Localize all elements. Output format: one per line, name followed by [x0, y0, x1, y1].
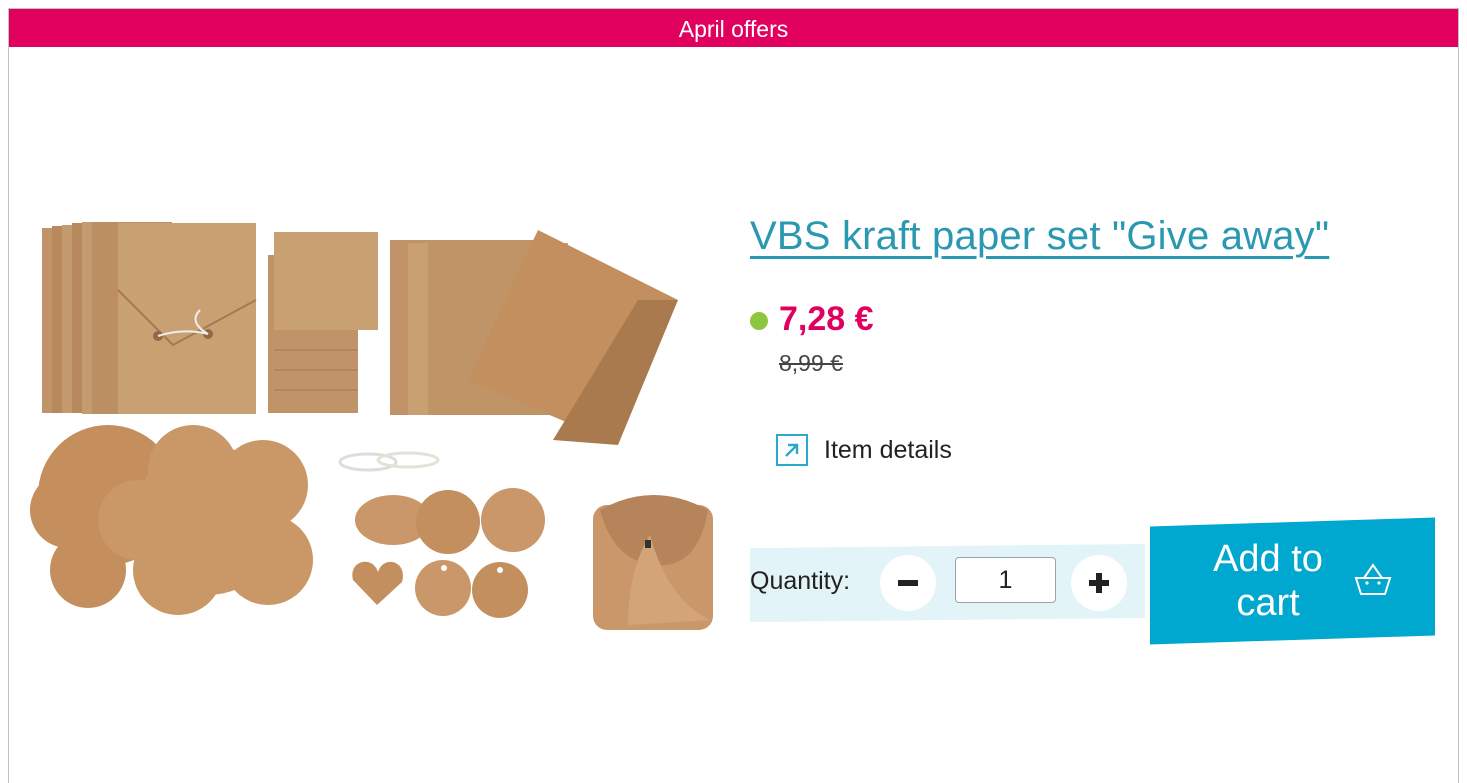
plus-icon	[1089, 573, 1109, 593]
offer-banner: April offers	[9, 9, 1458, 47]
old-price: 8,99 €	[779, 350, 843, 376]
current-price: 7,28 €	[779, 300, 874, 338]
quantity-decrease-button[interactable]	[880, 555, 936, 611]
item-details-label: Item details	[824, 435, 952, 464]
quantity-label: Quantity:	[750, 567, 851, 595]
minus-icon	[898, 580, 918, 586]
product-image[interactable]	[28, 210, 720, 646]
quantity-input[interactable]	[955, 557, 1056, 603]
basket-icon	[1354, 563, 1392, 595]
availability-dot	[750, 312, 768, 330]
item-details-link[interactable]: Item details	[776, 434, 952, 466]
product-title-link[interactable]: VBS kraft paper set "Give away"	[750, 214, 1329, 259]
quantity-increase-button[interactable]	[1071, 555, 1127, 611]
add-to-cart-label: Add to cart	[1213, 538, 1323, 624]
external-link-icon	[776, 434, 808, 466]
